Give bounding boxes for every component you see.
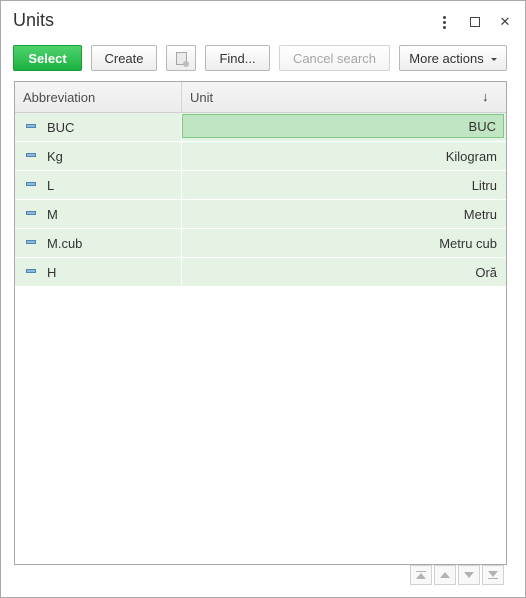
cell-abbreviation: Kg <box>47 148 63 164</box>
item-icon <box>26 153 36 157</box>
toolbar: Select Create Find... Cancel search More… <box>13 45 513 71</box>
item-icon <box>26 182 36 186</box>
column-header-unit[interactable]: Unit <box>190 82 500 112</box>
create-button[interactable]: Create <box>91 45 157 71</box>
maximize-icon <box>470 17 480 27</box>
select-button[interactable]: Select <box>13 45 82 71</box>
go-next-button[interactable] <box>458 565 480 585</box>
close-icon: ✕ <box>499 14 511 29</box>
cell-abbreviation: M <box>47 206 58 222</box>
cell-unit[interactable]: Metru <box>182 200 504 228</box>
go-next-icon <box>464 572 474 578</box>
table-row[interactable]: Kg Kilogram <box>15 142 506 171</box>
item-icon <box>26 269 36 273</box>
chevron-down-icon <box>490 57 497 61</box>
cancel-search-button[interactable]: Cancel search <box>279 45 390 71</box>
go-previous-button[interactable] <box>434 565 456 585</box>
table-row[interactable]: H Oră <box>15 258 506 287</box>
cell-abbreviation: M.cub <box>47 235 83 251</box>
copy-icon <box>175 51 189 67</box>
find-button[interactable]: Find... <box>205 45 270 71</box>
cell-unit[interactable]: Kilogram <box>182 142 504 170</box>
go-first-button[interactable] <box>410 565 432 585</box>
table-row[interactable]: BUC BUC <box>15 113 506 142</box>
cell-unit[interactable]: Litru <box>182 171 504 199</box>
item-icon <box>26 240 36 244</box>
more-options-button[interactable] <box>433 11 455 33</box>
window-title: Units <box>13 10 55 30</box>
cell-unit[interactable]: BUC <box>182 114 504 138</box>
go-last-button[interactable] <box>482 565 504 585</box>
cell-unit[interactable]: Oră <box>182 258 504 286</box>
close-button[interactable]: ✕ <box>494 11 516 33</box>
table-row[interactable]: M Metru <box>15 200 506 229</box>
column-divider[interactable] <box>181 82 182 112</box>
units-window: Units ✕ Select Create Find... Cancel sea… <box>0 0 526 598</box>
cell-abbreviation: H <box>47 264 57 280</box>
go-last-icon <box>488 571 498 579</box>
go-previous-icon <box>440 572 450 578</box>
more-actions-button[interactable]: More actions <box>399 45 507 71</box>
item-icon <box>26 211 36 215</box>
table-row[interactable]: L Litru <box>15 171 506 200</box>
sort-descending-icon: ↓ <box>482 89 489 104</box>
cell-abbreviation: BUC <box>47 119 75 135</box>
cell-unit[interactable]: Metru cub <box>182 229 504 257</box>
units-table[interactable]: Abbreviation Unit ↓ BUC BUC Kg Kilogram … <box>14 81 507 565</box>
column-header-abbreviation[interactable]: Abbreviation <box>23 82 181 112</box>
more-vertical-icon <box>442 15 446 29</box>
maximize-button[interactable] <box>464 11 486 33</box>
item-icon <box>26 124 36 128</box>
table-body: BUC BUC Kg Kilogram L Litru M Metru M.cu… <box>15 113 506 287</box>
go-first-icon <box>416 571 426 579</box>
table-row[interactable]: M.cub Metru cub <box>15 229 506 258</box>
more-actions-label: More actions <box>409 50 484 66</box>
copy-button[interactable] <box>166 45 196 71</box>
table-header: Abbreviation Unit ↓ <box>15 82 506 113</box>
cell-abbreviation: L <box>47 177 55 193</box>
